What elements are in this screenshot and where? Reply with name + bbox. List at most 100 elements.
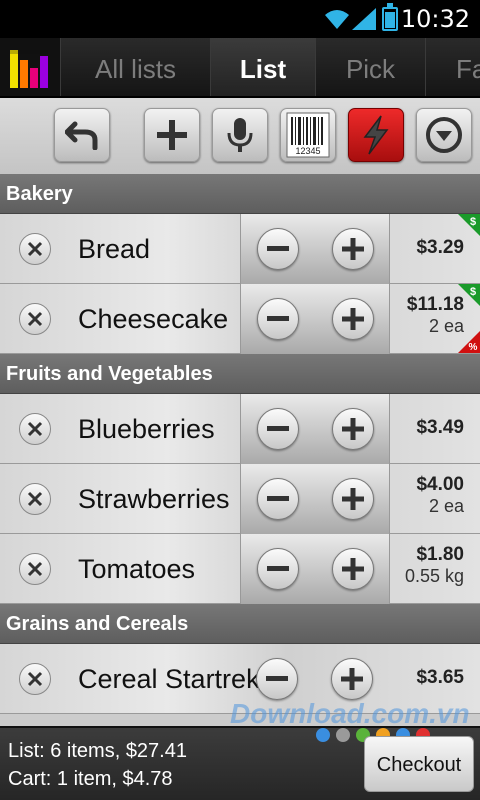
plus-icon [342, 558, 364, 580]
remove-item-button[interactable] [19, 483, 51, 515]
decrease-button[interactable] [257, 228, 299, 270]
remove-item-button[interactable] [19, 553, 51, 585]
remove-item-button[interactable] [19, 233, 51, 265]
item-name: Blueberries [78, 414, 215, 444]
close-icon [27, 241, 43, 257]
watermark-logo: Download.com.vn [230, 698, 470, 729]
increase-button[interactable] [331, 658, 373, 700]
item-price: $3.65 [416, 667, 464, 688]
section-header-bakery: Bakery [0, 174, 480, 214]
item-price: $3.29 [416, 237, 464, 258]
section-header-grains-cereals: Grains and Cereals [0, 604, 480, 644]
chevron-down-circle-icon [426, 117, 462, 153]
tab-favorites[interactable]: Fa [425, 38, 480, 96]
price-block: $1.80 0.55 kg [405, 544, 464, 587]
dollar-badge-icon: $ [458, 214, 480, 236]
increase-button[interactable] [332, 228, 374, 270]
item-quantity: 2 ea [428, 316, 464, 336]
svg-text:$: $ [470, 286, 476, 298]
plus-icon [342, 308, 364, 330]
add-icon [157, 120, 187, 150]
close-icon [27, 421, 43, 437]
quantity-stepper [240, 214, 390, 284]
list-item[interactable]: Strawberries $4.00 2 ea [0, 464, 480, 534]
price-block: $3.65 [416, 667, 464, 689]
barcode-number: 12345 [295, 146, 320, 156]
remove-item-button[interactable] [19, 663, 51, 695]
list-item[interactable]: Blueberries $3.49 [0, 394, 480, 464]
add-item-button[interactable] [144, 108, 200, 162]
minus-icon [266, 676, 288, 681]
list-item[interactable]: Bread $3.29 $ [0, 214, 480, 284]
increase-button[interactable] [332, 298, 374, 340]
wifi-icon [325, 10, 349, 29]
decrease-button[interactable] [257, 408, 299, 450]
list-item[interactable]: Tomatoes $1.80 0.55 kg [0, 534, 480, 604]
toolbar: 12345 [0, 98, 480, 174]
tab-list[interactable]: List [210, 38, 315, 96]
plus-icon [341, 668, 363, 690]
app-logo[interactable] [0, 38, 60, 96]
item-price: $4.00 [416, 474, 464, 495]
voice-input-button[interactable] [212, 108, 268, 162]
microphone-icon [227, 118, 253, 152]
minus-icon [267, 566, 289, 571]
price-block: $3.29 [416, 237, 464, 259]
svg-text:$: $ [470, 216, 476, 228]
shopping-list[interactable]: Bakery Bread $3.29 $ Cheesecake $11.18 2… [0, 174, 480, 726]
price-block: $4.00 2 ea [416, 474, 464, 517]
close-icon [27, 561, 43, 577]
item-name: Tomatoes [78, 554, 196, 584]
summary-footer: Download.com.vn List: 6 items, $27.41 Ca… [0, 698, 480, 800]
undo-icon [65, 121, 98, 150]
cart-summary: Cart: 1 item, $4.78 [8, 768, 173, 790]
close-icon [27, 491, 43, 507]
item-quantity: 0.55 kg [404, 566, 464, 586]
plus-icon [342, 488, 364, 510]
decrease-button[interactable] [256, 658, 298, 700]
discount-badge-icon: % [458, 331, 480, 353]
minus-icon [267, 496, 289, 501]
list-item[interactable]: Cheesecake $11.18 2 ea $ % [0, 284, 480, 354]
decrease-button[interactable] [257, 298, 299, 340]
decrease-button[interactable] [257, 478, 299, 520]
close-icon [27, 311, 43, 327]
item-name: Strawberries [78, 484, 230, 514]
more-menu-button[interactable] [416, 108, 472, 162]
dollar-badge-icon: $ [458, 284, 480, 306]
battery-icon [382, 3, 398, 31]
item-price: $11.18 [406, 294, 464, 315]
price-block: $11.18 2 ea [407, 294, 464, 337]
item-quantity: 2 ea [428, 496, 464, 516]
tab-all-lists[interactable]: All lists [60, 38, 210, 96]
signal-icon [352, 8, 376, 30]
item-price: $3.49 [416, 417, 464, 438]
minus-icon [267, 246, 289, 251]
section-header-fruits-vegetables: Fruits and Vegetables [0, 354, 480, 394]
quantity-stepper [240, 534, 390, 604]
undo-button[interactable] [54, 108, 110, 162]
item-name: Bread [78, 234, 151, 264]
increase-button[interactable] [332, 548, 374, 590]
barcode-scan-button[interactable]: 12345 [280, 108, 336, 162]
lightning-icon [363, 115, 389, 155]
item-price: $1.80 [416, 544, 464, 565]
increase-button[interactable] [332, 408, 374, 450]
decrease-button[interactable] [257, 548, 299, 590]
checkout-button[interactable]: Checkout [364, 736, 474, 792]
plus-icon [342, 418, 364, 440]
tab-pick[interactable]: Pick [315, 38, 425, 96]
quick-add-button[interactable] [348, 108, 404, 162]
tab-bar: All lists List Pick Fa [0, 38, 480, 98]
minus-icon [267, 316, 289, 321]
barcode-icon: 12345 [286, 112, 330, 158]
equalizer-logo-icon [10, 50, 48, 88]
quantity-stepper [240, 284, 390, 354]
svg-text:%: % [469, 342, 478, 353]
remove-item-button[interactable] [19, 303, 51, 335]
list-summary: List: 6 items, $27.41 [8, 740, 187, 762]
clock: 10:32 [400, 5, 470, 33]
increase-button[interactable] [332, 478, 374, 520]
quantity-stepper [240, 464, 390, 534]
remove-item-button[interactable] [19, 413, 51, 445]
